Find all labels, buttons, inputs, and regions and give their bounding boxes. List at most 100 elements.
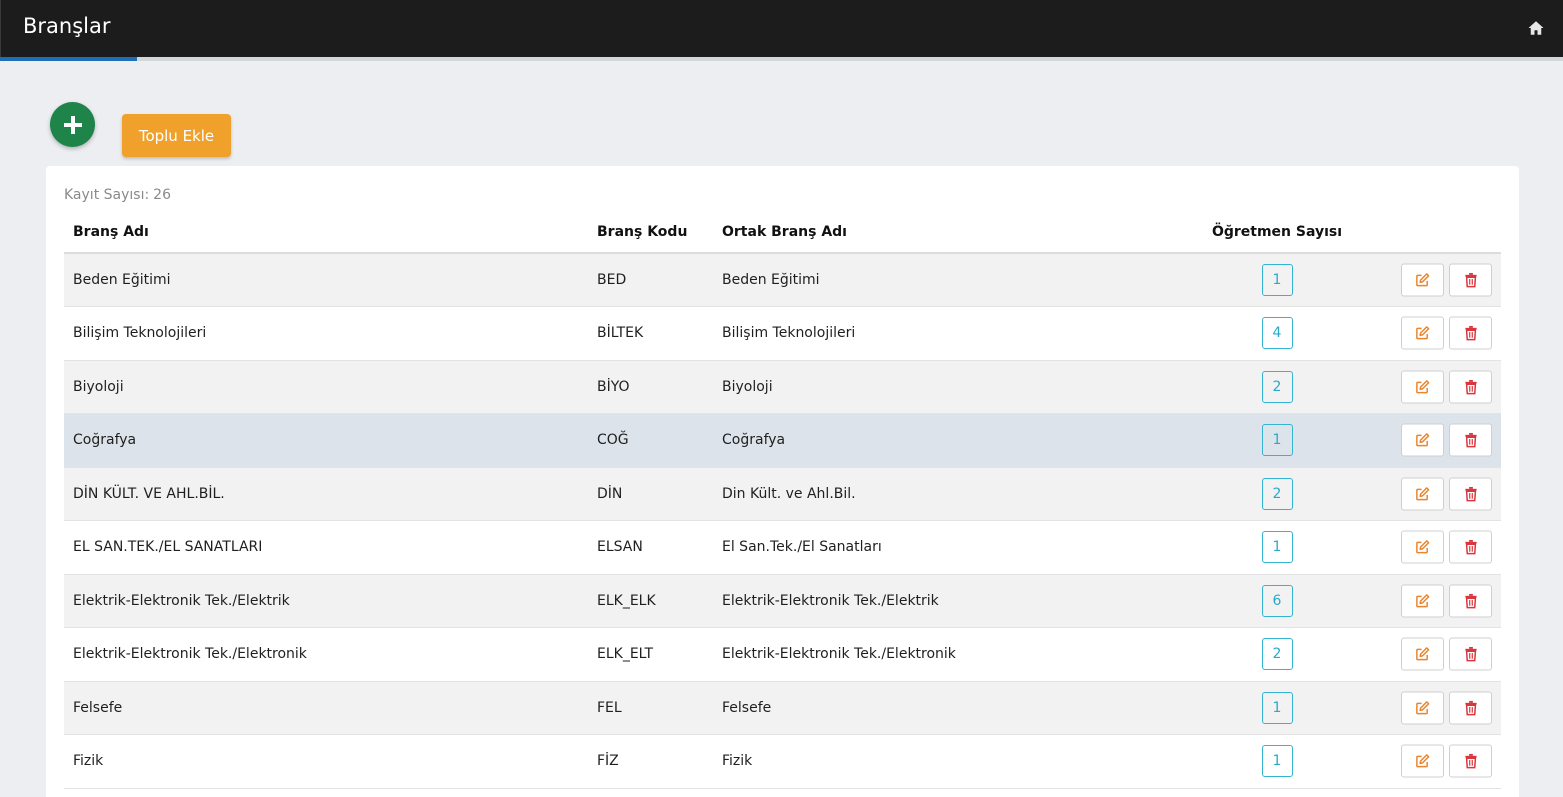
- record-count: Kayıt Sayısı: 26: [64, 187, 171, 203]
- delete-button[interactable]: [1449, 584, 1492, 618]
- branches-card: Kayıt Sayısı: 26 Branş Adı Branş Kodu Ort…: [46, 166, 1519, 797]
- edit-button[interactable]: [1401, 477, 1444, 511]
- table-row[interactable]: Elektrik-Elektronik Tek./Elektrik ELK_ELK…: [64, 574, 1501, 628]
- common-branch-name: El San.Tek./El Sanatları: [713, 520, 1128, 575]
- table-row[interactable]: EL SAN.TEK./EL SANATLARI ELSAN El San.Tek.…: [64, 520, 1501, 575]
- delete-button[interactable]: [1449, 370, 1492, 404]
- table-row[interactable]: Fizik FİZ Fizik 1: [64, 734, 1501, 789]
- table-row[interactable]: Biyoloji BİYO Biyoloji 2: [64, 360, 1501, 414]
- branch-code: ELK_ELT: [588, 627, 713, 682]
- common-branch-name: Fizik: [713, 734, 1128, 789]
- trash-icon: [1464, 379, 1477, 395]
- bulk-add-button[interactable]: Toplu Ekle: [122, 114, 231, 157]
- branch-code: DİN: [588, 467, 713, 521]
- teacher-count-button[interactable]: 6: [1261, 584, 1293, 617]
- delete-button[interactable]: [1449, 423, 1492, 457]
- table-row[interactable]: Bilişim Teknolojileri BİLTEK Bilişim Tekno…: [64, 306, 1501, 361]
- teacher-count-button[interactable]: 2: [1261, 477, 1293, 510]
- column-header-code[interactable]: Branş Kodu: [588, 211, 713, 254]
- column-header-common[interactable]: Ortak Branş Adı: [713, 211, 1128, 254]
- branch-code: ELSAN: [588, 520, 713, 575]
- edit-button[interactable]: [1401, 530, 1444, 564]
- delete-button[interactable]: [1449, 637, 1492, 671]
- common-branch-name: Beden Eğitimi: [713, 253, 1128, 307]
- tab-underline: [0, 57, 1563, 61]
- branch-name: Elektrik-Elektronik Tek./Elektrik: [64, 574, 588, 628]
- teacher-count-button[interactable]: 1: [1261, 264, 1293, 296]
- delete-button[interactable]: [1449, 744, 1492, 778]
- edit-icon: [1416, 486, 1430, 501]
- home-icon[interactable]: [1527, 19, 1545, 37]
- edit-icon: [1416, 379, 1430, 394]
- delete-button[interactable]: [1449, 530, 1492, 564]
- teacher-count-button[interactable]: 1: [1261, 531, 1293, 564]
- trash-icon: [1464, 593, 1477, 609]
- branch-name: Fizik: [64, 734, 588, 789]
- teacher-count-button[interactable]: 2: [1261, 638, 1293, 671]
- teacher-count-button[interactable]: 1: [1261, 691, 1293, 724]
- trash-icon: [1464, 272, 1477, 288]
- record-count-label: Kayıt Sayısı:: [64, 187, 150, 203]
- delete-button[interactable]: [1449, 477, 1492, 511]
- edit-button[interactable]: [1401, 316, 1444, 350]
- record-count-value: 26: [153, 187, 171, 203]
- edit-icon: [1416, 326, 1430, 340]
- branches-table: Branş Adı Branş Kodu Ortak Branş Adı Öğr…: [64, 211, 1501, 789]
- common-branch-name: Biyoloji: [713, 360, 1128, 414]
- teacher-count-button[interactable]: 1: [1261, 424, 1293, 457]
- edit-button[interactable]: [1401, 423, 1444, 457]
- plus-icon: [63, 115, 82, 134]
- edit-icon: [1416, 754, 1430, 768]
- delete-button[interactable]: [1449, 316, 1492, 350]
- table-row[interactable]: Elektrik-Elektronik Tek./Elektronik ELK_E…: [64, 627, 1501, 682]
- edit-icon: [1416, 540, 1430, 554]
- branch-name: Beden Eğitimi: [64, 253, 588, 307]
- trash-icon: [1464, 700, 1477, 716]
- table-row[interactable]: Beden Eğitimi BED Beden Eğitimi 1: [64, 253, 1501, 307]
- teacher-count-button[interactable]: 4: [1261, 317, 1293, 350]
- edit-button[interactable]: [1401, 637, 1444, 671]
- common-branch-name: Din Kült. ve Ahl.Bil.: [713, 467, 1128, 521]
- teacher-count-button[interactable]: 1: [1261, 745, 1293, 778]
- page-title: Branşlar: [23, 14, 111, 38]
- branch-name: DİN KÜLT. VE AHL.BİL.: [64, 467, 588, 521]
- common-branch-name: Elektrik-Elektronik Tek./Elektronik: [713, 627, 1128, 682]
- edit-icon: [1416, 433, 1430, 447]
- branch-name: Felsefe: [64, 681, 588, 735]
- delete-button[interactable]: [1449, 691, 1492, 725]
- branch-code: FEL: [588, 681, 713, 735]
- branch-code: ELK_ELK: [588, 574, 713, 628]
- common-branch-name: Elektrik-Elektronik Tek./Elektrik: [713, 574, 1128, 628]
- branch-code: BİYO: [588, 360, 713, 414]
- trash-icon: [1464, 486, 1477, 502]
- branch-code: BİLTEK: [588, 306, 713, 361]
- edit-button[interactable]: [1401, 744, 1444, 778]
- branch-name: Elektrik-Elektronik Tek./Elektronik: [64, 627, 588, 682]
- trash-icon: [1464, 754, 1477, 769]
- common-branch-name: Coğrafya: [713, 413, 1128, 468]
- delete-button[interactable]: [1449, 263, 1492, 297]
- table-row[interactable]: Coğrafya COĞ Coğrafya 1: [64, 413, 1501, 468]
- column-header-teachers[interactable]: Öğretmen Sayısı: [1128, 211, 1426, 254]
- table-header-row: Branş Adı Branş Kodu Ortak Branş Adı Öğr…: [64, 211, 1501, 254]
- table-row[interactable]: DİN KÜLT. VE AHL.BİL. DİN Din Kült. ve Ahl…: [64, 467, 1501, 521]
- edit-icon: [1416, 593, 1430, 608]
- common-branch-name: Bilişim Teknolojileri: [713, 306, 1128, 361]
- table-row[interactable]: Felsefe FEL Felsefe 1: [64, 681, 1501, 735]
- edit-icon: [1416, 273, 1430, 287]
- add-branch-button[interactable]: [50, 102, 95, 147]
- edit-button[interactable]: [1401, 691, 1444, 725]
- edit-button[interactable]: [1401, 584, 1444, 618]
- edit-button[interactable]: [1401, 263, 1444, 297]
- edit-icon: [1416, 700, 1430, 715]
- active-tab-indicator: [0, 57, 137, 61]
- teacher-count-button[interactable]: 2: [1261, 370, 1293, 403]
- branch-code: FİZ: [588, 734, 713, 789]
- trash-icon: [1464, 326, 1477, 341]
- trash-icon: [1464, 647, 1477, 662]
- branch-name: EL SAN.TEK./EL SANATLARI: [64, 520, 588, 575]
- common-branch-name: Felsefe: [713, 681, 1128, 735]
- branch-code: BED: [588, 253, 713, 307]
- edit-button[interactable]: [1401, 370, 1444, 404]
- column-header-name[interactable]: Branş Adı: [64, 211, 588, 254]
